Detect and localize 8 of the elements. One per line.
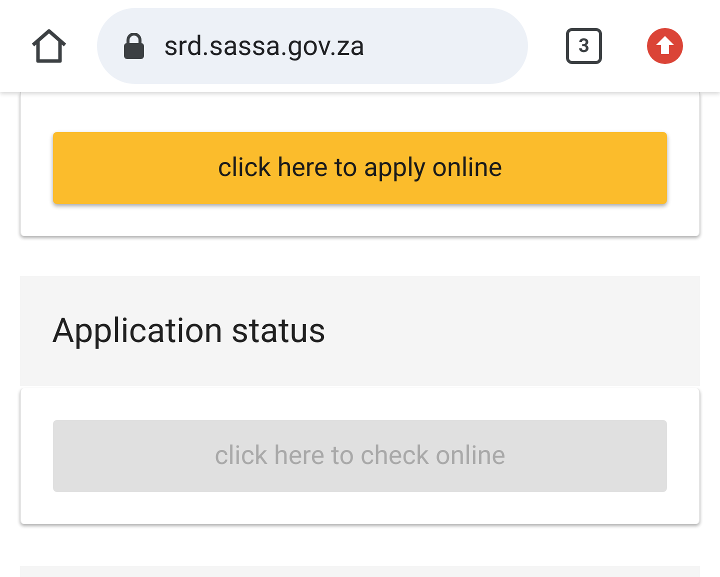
upload-icon[interactable] — [647, 28, 683, 64]
url-text: srd.sassa.gov.za — [164, 28, 365, 64]
home-icon[interactable] — [30, 28, 68, 64]
section-title: Application status — [52, 310, 326, 352]
lock-icon — [124, 33, 144, 59]
tab-count[interactable]: 3 — [566, 28, 602, 64]
apply-online-button[interactable]: click here to apply online — [53, 132, 667, 204]
address-bar[interactable]: srd.sassa.gov.za — [97, 8, 528, 84]
